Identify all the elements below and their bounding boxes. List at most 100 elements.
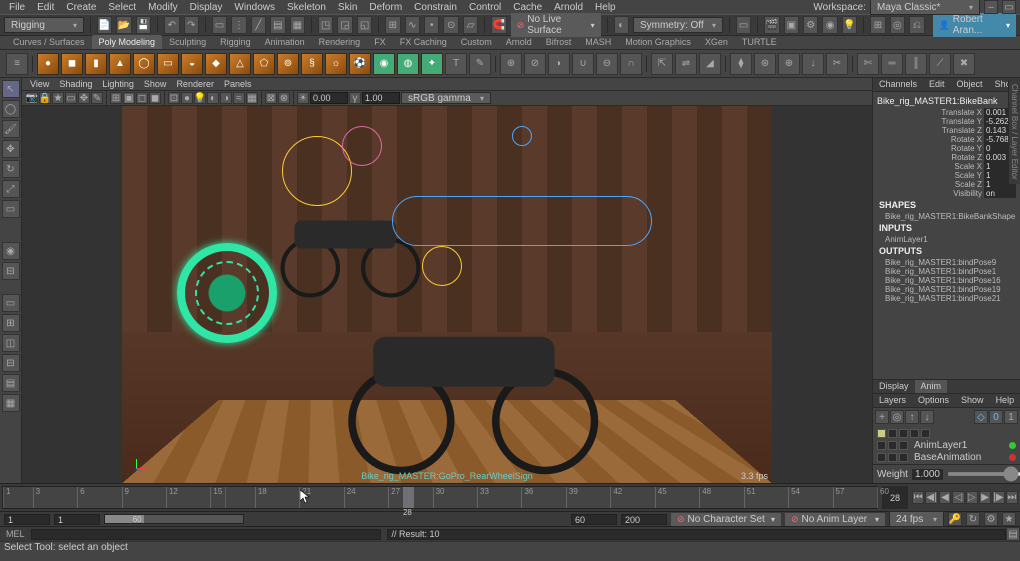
extrude-icon[interactable]: ⇱ <box>651 53 673 75</box>
menu-deform[interactable]: Deform <box>364 2 407 13</box>
sym-toggle-icon[interactable]: ◐ <box>614 16 629 34</box>
shelf-tab[interactable]: FX Caching <box>393 35 454 49</box>
layer-menu[interactable]: Help <box>990 394 1020 407</box>
shelf-tab[interactable]: MASH <box>578 35 618 49</box>
grease-pencil-icon[interactable]: ✎ <box>91 92 103 104</box>
symmetry-dropdown[interactable]: Symmetry: Off <box>633 17 723 33</box>
four-pane-icon[interactable]: ⊞ <box>2 314 20 332</box>
xray-joints-icon[interactable]: ⊗ <box>278 92 290 104</box>
2d-pan-icon[interactable]: ✥ <box>78 92 90 104</box>
menu-cache[interactable]: Cache <box>508 2 547 13</box>
shelf-tab[interactable]: Rendering <box>312 35 368 49</box>
cmd-lang-label[interactable]: MEL <box>0 529 31 539</box>
minimize-icon[interactable]: – <box>984 0 998 14</box>
light-editor-icon[interactable]: 💡 <box>842 16 857 34</box>
save-scene-icon[interactable]: 💾 <box>136 16 151 34</box>
ipr-render-icon[interactable]: ▣ <box>784 16 799 34</box>
poly-pyramid-icon[interactable]: △ <box>229 53 251 75</box>
poly-platonic-icon[interactable]: ◆ <box>205 53 227 75</box>
motionblur-icon[interactable]: ≈ <box>233 92 245 104</box>
snap-grid-icon[interactable]: ⊞ <box>385 16 400 34</box>
fps-dropdown[interactable]: 24 fps <box>889 511 944 527</box>
select-vertex-icon[interactable]: ⋮ <box>231 16 246 34</box>
panel-menu-view[interactable]: View <box>26 79 53 89</box>
autokey-icon[interactable]: 🔑 <box>948 512 962 526</box>
step-fwd-key-icon[interactable]: |▶ <box>992 491 1004 504</box>
shelf-tab[interactable]: TURTLE <box>735 35 784 49</box>
undo-icon[interactable]: ↶ <box>164 16 179 34</box>
anim-start-field[interactable]: 60 <box>571 514 617 525</box>
shelf-tab[interactable]: Motion Graphics <box>618 35 698 49</box>
snap-plane-icon[interactable]: ▱ <box>463 16 478 34</box>
panel-menu-shading[interactable]: Shading <box>55 79 96 89</box>
poly-type-icon[interactable]: T <box>445 53 467 75</box>
snap-curve-icon[interactable]: ∿ <box>405 16 420 34</box>
poly-cube-icon[interactable]: ◼ <box>61 53 83 75</box>
connect-icon[interactable]: ⟋ <box>929 53 951 75</box>
range-anim-icon[interactable]: ★ <box>1002 512 1016 526</box>
shelf-tab[interactable]: Custom <box>454 35 499 49</box>
shelf-tab[interactable]: Poly Modeling <box>92 35 163 49</box>
step-back-key-icon[interactable]: ◀| <box>925 491 937 504</box>
shelf-tab[interactable]: Animation <box>258 35 312 49</box>
poly-plane-icon[interactable]: ▭ <box>157 53 179 75</box>
range-start-outer[interactable]: 1 <box>4 514 50 525</box>
range-end-outer[interactable]: 200 <box>621 514 667 525</box>
poly-sphere-icon[interactable]: ● <box>37 53 59 75</box>
select-face-icon[interactable]: ▤ <box>270 16 285 34</box>
poly-helix-icon[interactable]: § <box>301 53 323 75</box>
paint-select-tool-icon[interactable]: 🖌 <box>2 120 20 138</box>
weight-value[interactable]: 1.000 <box>912 469 943 480</box>
channel-row[interactable]: Scale Z1 <box>877 180 1016 189</box>
menu-display[interactable]: Display <box>185 2 228 13</box>
construction-history-icon[interactable]: ▭ <box>736 16 751 34</box>
shelf-tab[interactable]: FX <box>367 35 393 49</box>
layer-new-icon[interactable]: + <box>875 410 889 424</box>
new-scene-icon[interactable]: 📄 <box>97 16 112 34</box>
bookmark-icon[interactable]: ★ <box>52 92 64 104</box>
detach-icon[interactable]: ✂ <box>826 53 848 75</box>
exposure-icon[interactable]: ☀ <box>297 92 309 104</box>
channel-row[interactable]: Visibilityon <box>877 189 1016 198</box>
render-settings-icon[interactable]: ⚙ <box>803 16 818 34</box>
merge-icon[interactable]: ⊛ <box>754 53 776 75</box>
select-edge-icon[interactable]: ╱ <box>251 16 266 34</box>
workspace-dropdown[interactable]: Maya Classic* <box>870 0 980 15</box>
poly-torus-icon[interactable]: ◯ <box>133 53 155 75</box>
panel-menu-show[interactable]: Show <box>140 79 171 89</box>
channel-row[interactable]: Rotate Z0.003 <box>877 153 1016 162</box>
no-anim-layer-dropdown[interactable]: No Anim Layer <box>785 513 885 526</box>
lock-camera-icon[interactable]: 🔒 <box>39 92 51 104</box>
shelf-tab[interactable]: Sculpting <box>162 35 213 49</box>
single-pane-icon[interactable]: ▭ <box>2 294 20 312</box>
menu-arnold[interactable]: Arnold <box>549 2 588 13</box>
select-comp-icon[interactable]: ◱ <box>357 16 372 34</box>
svg-icon[interactable]: ✎ <box>469 53 491 75</box>
poly-superellipse-icon[interactable]: ◉ <box>373 53 395 75</box>
menu-file[interactable]: File <box>4 2 30 13</box>
xray-icon[interactable]: ⊠ <box>265 92 277 104</box>
no-live-surface-dropdown[interactable]: No Live Surface <box>511 13 601 37</box>
script-editor-icon[interactable]: ▤ <box>1006 527 1020 541</box>
cb-tab[interactable]: Edit <box>923 78 951 91</box>
restore-icon[interactable]: ▭ <box>1002 0 1016 14</box>
menu-control[interactable]: Control <box>464 2 506 13</box>
ghost-icon[interactable]: ⎌ <box>909 16 924 34</box>
channel-row[interactable]: Rotate Y0 <box>877 144 1016 153</box>
channel-row[interactable]: Translate Z0.143 <box>877 126 1016 135</box>
poly-ultra-icon[interactable]: ✦ <box>421 53 443 75</box>
da-tab[interactable]: Anim <box>915 380 948 393</box>
sym-x-icon[interactable]: ⊟ <box>2 262 20 280</box>
menu-windows[interactable]: Windows <box>229 2 280 13</box>
go-start-icon[interactable]: ⏮ <box>912 491 924 504</box>
collapse-icon[interactable]: ↓ <box>802 53 824 75</box>
soft-select-icon[interactable]: ◉ <box>2 242 20 260</box>
gamma-input[interactable] <box>362 92 400 104</box>
da-tab[interactable]: Display <box>873 380 915 393</box>
select-obj-icon[interactable]: ◲ <box>337 16 352 34</box>
target-weld-icon[interactable]: ⊕ <box>778 53 800 75</box>
menu-modify[interactable]: Modify <box>143 2 182 13</box>
multicut-icon[interactable]: ✄ <box>857 53 879 75</box>
offset-edge-icon[interactable]: ║ <box>905 53 927 75</box>
cb-tab[interactable]: Channels <box>873 78 923 91</box>
